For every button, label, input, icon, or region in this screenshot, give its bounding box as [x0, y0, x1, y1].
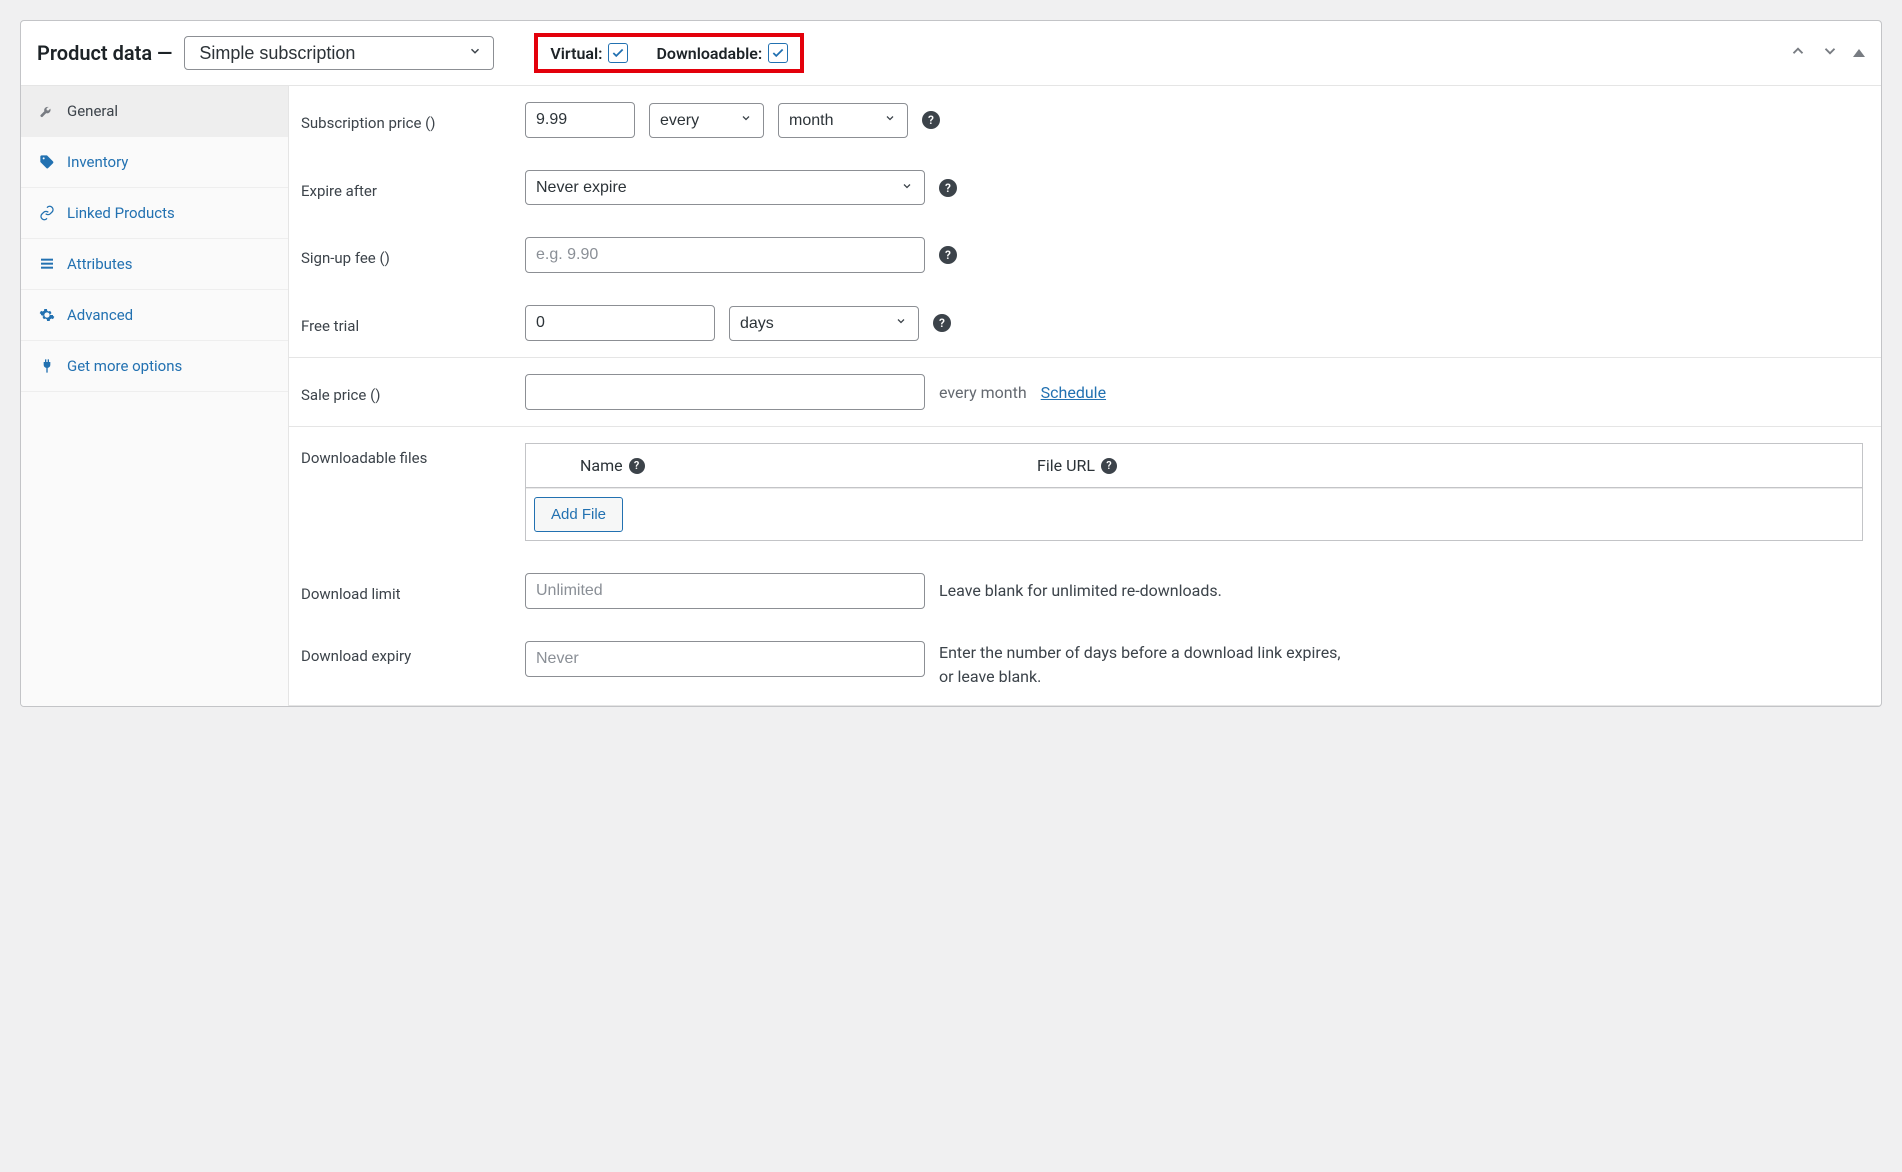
- panel-header-tools: [1789, 42, 1865, 64]
- subscription-price-label: Subscription price (): [301, 108, 511, 132]
- sidebar-item-attributes[interactable]: Attributes: [21, 239, 288, 290]
- downloadable-checkbox[interactable]: [768, 43, 788, 63]
- free-trial-input[interactable]: [525, 305, 715, 341]
- product-type-select[interactable]: Simple subscription: [184, 36, 494, 70]
- help-icon[interactable]: ?: [939, 179, 957, 197]
- help-icon[interactable]: ?: [1101, 458, 1117, 474]
- sidebar-item-label: Linked Products: [67, 204, 175, 222]
- highlight-box: Virtual: Downloadable:: [534, 33, 804, 73]
- sidebar-item-get-more-options[interactable]: Get more options: [21, 341, 288, 392]
- help-icon[interactable]: ?: [922, 111, 940, 129]
- downloadable-files-label: Downloadable files: [301, 443, 511, 467]
- sale-price-suffix: every month: [939, 383, 1027, 402]
- sidebar-item-inventory[interactable]: Inventory: [21, 137, 288, 188]
- virtual-checkbox-group[interactable]: Virtual:: [550, 43, 628, 63]
- sidebar-item-label: General: [67, 102, 118, 120]
- free-trial-label: Free trial: [301, 311, 511, 335]
- tag-icon: [39, 154, 55, 170]
- download-expiry-input[interactable]: [525, 641, 925, 677]
- free-trial-unit-select[interactable]: days: [729, 306, 919, 341]
- help-icon[interactable]: ?: [933, 314, 951, 332]
- col-file-url: File URL ?: [1037, 456, 1848, 475]
- sidebar-item-label: Inventory: [67, 153, 128, 171]
- list-icon: [39, 256, 55, 272]
- sidebar-item-label: Advanced: [67, 306, 133, 324]
- signup-fee-input[interactable]: [525, 237, 925, 273]
- expire-after-select[interactable]: Never expire: [525, 170, 925, 205]
- link-icon: [39, 205, 55, 221]
- expire-after-label: Expire after: [301, 176, 511, 200]
- signup-fee-label: Sign-up fee (): [301, 243, 511, 267]
- subscription-every-select[interactable]: every: [649, 103, 764, 138]
- add-file-button[interactable]: Add File: [534, 497, 623, 532]
- wrench-icon: [39, 103, 55, 119]
- subscription-period-select[interactable]: month: [778, 103, 908, 138]
- downloadable-label: Downloadable:: [656, 44, 762, 63]
- sidebar-item-label: Get more options: [67, 357, 182, 375]
- panel-title: Product data —: [37, 41, 172, 65]
- col-name: Name ?: [540, 456, 1037, 475]
- move-down-icon[interactable]: [1821, 42, 1839, 64]
- sale-price-input[interactable]: [525, 374, 925, 410]
- sale-price-label: Sale price (): [301, 380, 511, 404]
- download-limit-label: Download limit: [301, 579, 511, 603]
- sidebar-item-linked-products[interactable]: Linked Products: [21, 188, 288, 239]
- sidebar-item-general[interactable]: General: [21, 86, 288, 137]
- downloadable-checkbox-group[interactable]: Downloadable:: [656, 43, 788, 63]
- download-expiry-hint: Enter the number of days before a downlo…: [939, 641, 1359, 689]
- collapse-toggle-icon[interactable]: [1853, 45, 1865, 61]
- sidebar-item-advanced[interactable]: Advanced: [21, 290, 288, 341]
- content: Subscription price () every month ?: [289, 86, 1881, 706]
- plug-icon: [39, 358, 55, 374]
- subscription-price-input[interactable]: [525, 102, 635, 138]
- sidebar: General Inventory Linked Products Attrib…: [21, 86, 289, 706]
- panel-header: Product data — Simple subscription Virtu…: [21, 21, 1881, 86]
- panel-body: General Inventory Linked Products Attrib…: [21, 86, 1881, 706]
- download-expiry-label: Download expiry: [301, 641, 511, 665]
- virtual-checkbox[interactable]: [608, 43, 628, 63]
- downloadable-files-table: Name ? File URL ? Add File: [525, 443, 1863, 541]
- move-up-icon[interactable]: [1789, 42, 1807, 64]
- help-icon[interactable]: ?: [629, 458, 645, 474]
- download-limit-hint: Leave blank for unlimited re-downloads.: [939, 579, 1222, 603]
- schedule-link[interactable]: Schedule: [1041, 383, 1106, 402]
- virtual-label: Virtual:: [550, 44, 602, 63]
- product-data-panel: Product data — Simple subscription Virtu…: [20, 20, 1882, 707]
- sidebar-item-label: Attributes: [67, 255, 133, 273]
- gear-icon: [39, 307, 55, 323]
- help-icon[interactable]: ?: [939, 246, 957, 264]
- download-limit-input[interactable]: [525, 573, 925, 609]
